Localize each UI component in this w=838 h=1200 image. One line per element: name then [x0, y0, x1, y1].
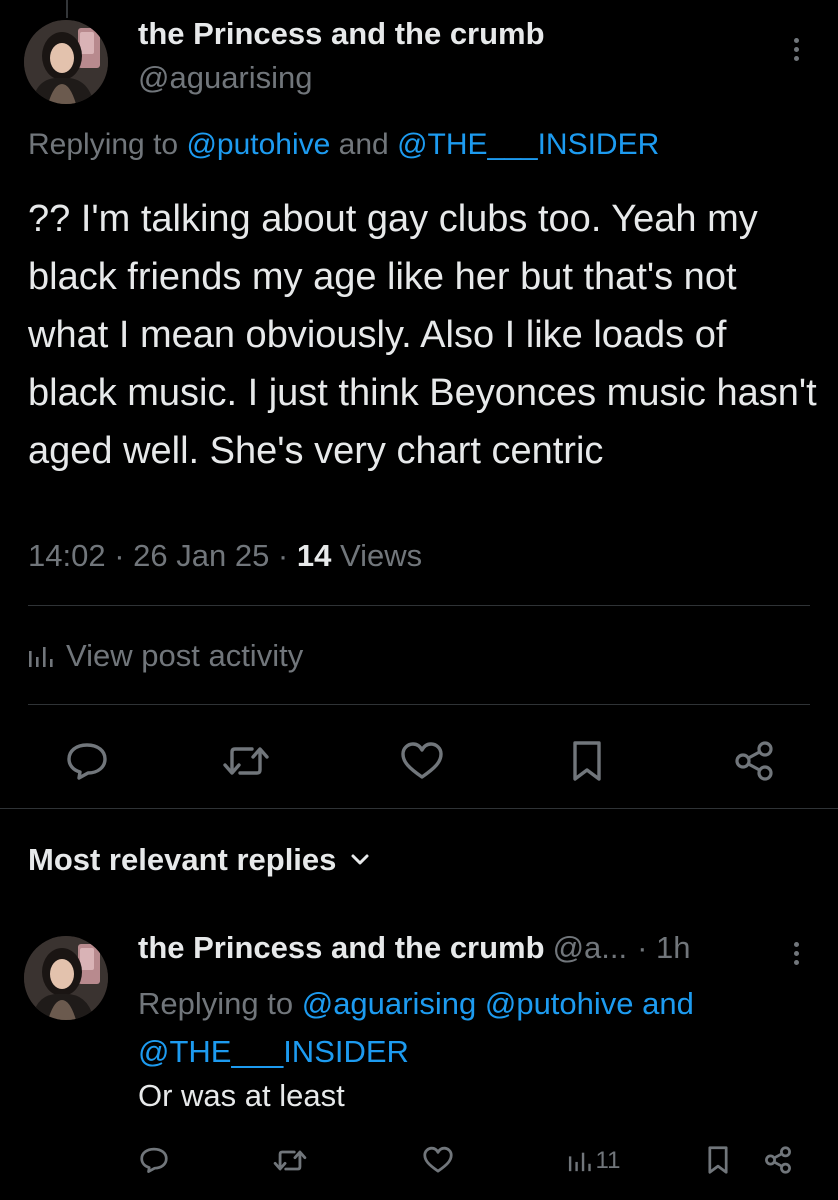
repost-icon [223, 747, 269, 775]
mention-link-putohive[interactable]: @putohive [186, 128, 330, 161]
reply-views-count: 11 [595, 1147, 621, 1174]
analytics-icon [29, 647, 53, 667]
reply-header: the Princess and the crumb @a... · 1h [138, 930, 691, 966]
views-count: 14 [296, 538, 332, 573]
section-divider [0, 808, 838, 809]
share-icon [735, 741, 773, 781]
reply-like-button[interactable] [420, 1142, 456, 1178]
reply-repost-button[interactable] [270, 1142, 310, 1178]
reply-share-button[interactable] [760, 1142, 796, 1178]
mention-link-the-insider[interactable]: @THE___INSIDER [138, 1034, 409, 1069]
post-date[interactable]: 26 Jan 25 [133, 538, 269, 573]
repost-button[interactable] [218, 736, 274, 786]
bookmark-icon [573, 741, 601, 781]
replying-to-line: Replying to @putohive and @THE___INSIDER [28, 128, 659, 162]
meta-separator: · [105, 538, 134, 573]
divider [28, 605, 810, 606]
reply-replying-prefix: Replying to [138, 986, 302, 1021]
reply-author-handle[interactable]: @a... [553, 930, 628, 966]
reply-icon [67, 743, 107, 780]
reply-author-name[interactable]: the Princess and the crumb [138, 930, 545, 966]
reply-replying-to-line: Replying to @aguarising @putohive and @TH… [138, 980, 798, 1076]
reply-more-options-icon[interactable] [792, 942, 800, 969]
reply-icon [140, 1147, 168, 1173]
chevron-down-icon [351, 854, 369, 865]
reply-views-button[interactable]: 11 [562, 1144, 626, 1178]
repost-icon [273, 1150, 307, 1170]
mention-link-putohive[interactable]: @putohive [485, 986, 634, 1021]
meta-separator: · [269, 538, 297, 573]
share-icon [765, 1146, 791, 1174]
replies-sort-dropdown[interactable]: Most relevant replies [28, 842, 370, 878]
view-post-activity-link[interactable]: View post activity [28, 638, 303, 674]
mention-link-the-insider[interactable]: @THE___INSIDER [397, 128, 659, 161]
views-label: Views [331, 538, 423, 573]
reply-text: Or was at least [138, 1078, 345, 1113]
replying-and: and [330, 128, 398, 161]
analytics-icon [568, 1152, 591, 1172]
like-button[interactable] [396, 736, 448, 786]
reply-time[interactable]: · 1h [637, 930, 690, 966]
view-post-activity-label: View post activity [66, 638, 304, 673]
reply-replying-and: and [633, 986, 694, 1021]
reply-bookmark-button[interactable] [702, 1142, 734, 1178]
heart-icon [401, 742, 443, 779]
mention-link-aguarising[interactable]: @aguarising [302, 986, 477, 1021]
bookmark-icon [708, 1146, 728, 1174]
bookmark-button[interactable] [562, 734, 612, 788]
more-options-icon[interactable] [792, 38, 800, 65]
reply-author-avatar[interactable] [24, 936, 108, 1020]
post-time[interactable]: 14:02 [28, 538, 106, 573]
heart-icon [423, 1146, 453, 1173]
divider [28, 704, 810, 705]
replies-section-title: Most relevant replies [28, 842, 337, 877]
author-name[interactable]: the Princess and the crumb [138, 16, 545, 52]
reply-reply-button[interactable] [136, 1142, 172, 1178]
thread-connector-line [66, 0, 68, 18]
post-text: ?? I'm talking about gay clubs too. Yeah… [28, 198, 817, 472]
reply-button[interactable] [62, 736, 112, 786]
post-metadata: 14:02 · 26 Jan 25 · 14 Views [28, 538, 422, 574]
share-button[interactable] [728, 734, 780, 788]
author-avatar[interactable] [24, 20, 108, 104]
replying-prefix: Replying to [28, 128, 187, 161]
author-handle[interactable]: @aguarising [138, 60, 313, 96]
